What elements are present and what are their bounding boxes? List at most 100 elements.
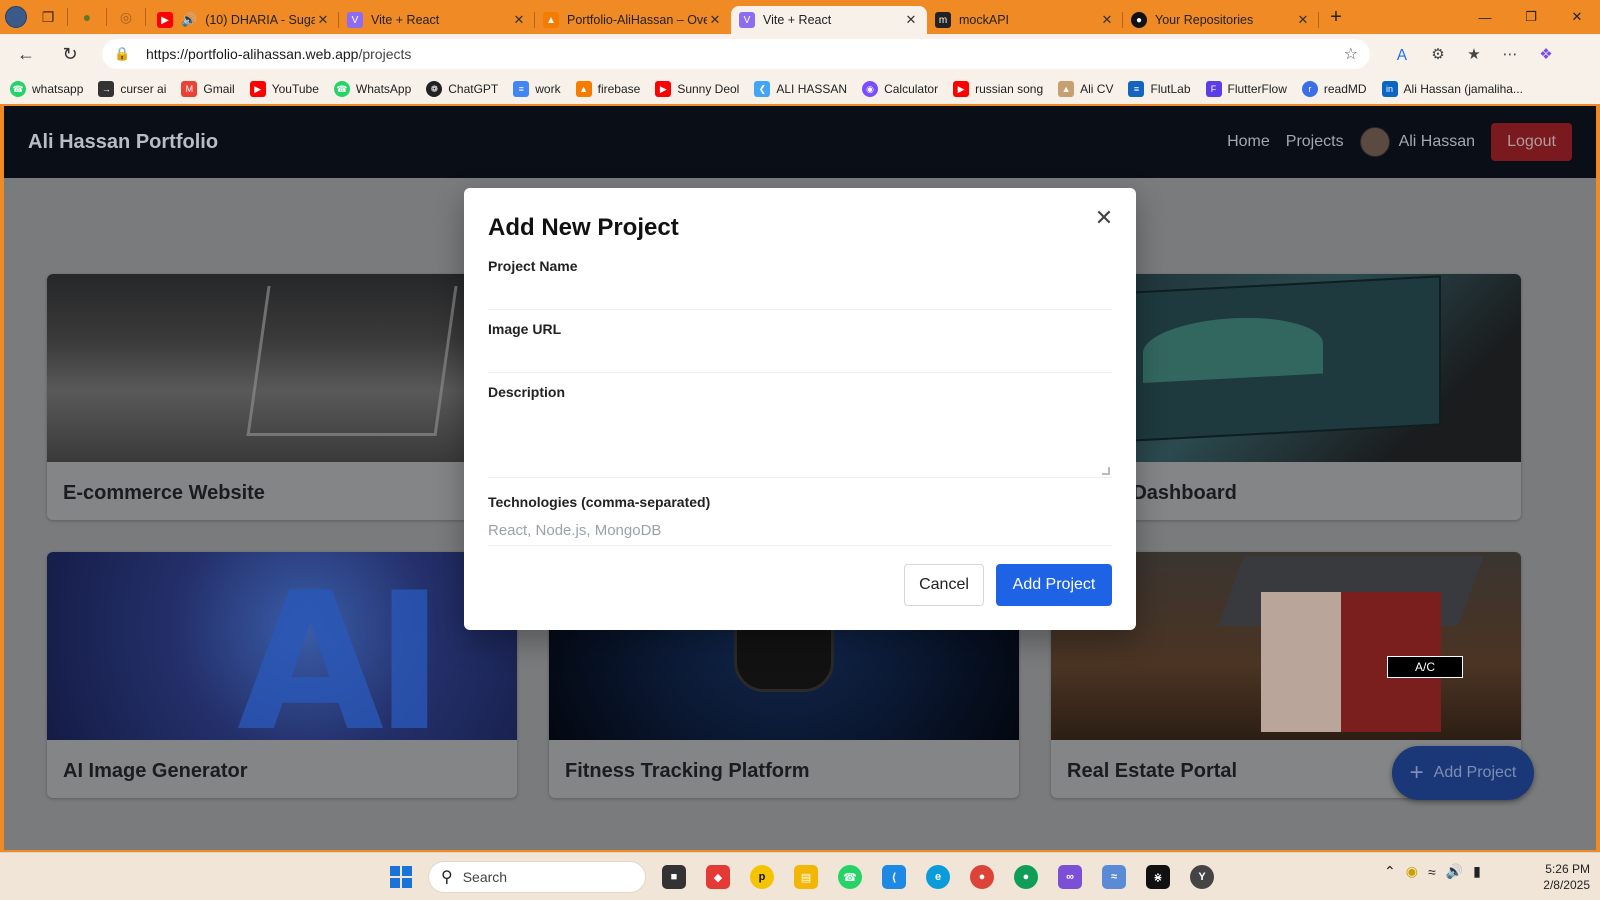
more-menu-icon[interactable]: ⋯: [1492, 36, 1528, 72]
system-clock[interactable]: 5:26 PM 2/8/2025: [1530, 861, 1590, 893]
taskbar-app-vscode[interactable]: ⟨: [874, 859, 914, 895]
restore-icon[interactable]: ❐: [1508, 0, 1554, 34]
nav-projects-link[interactable]: Projects: [1286, 133, 1344, 151]
bookmark-work[interactable]: ≡ work: [513, 81, 561, 97]
project-image: [47, 274, 517, 462]
close-tab-icon[interactable]: ✕: [903, 12, 919, 28]
bookmark-youtube[interactable]: ▶ YouTube: [249, 81, 319, 97]
favorites-icon[interactable]: ★: [1456, 36, 1492, 72]
copilot-icon[interactable]: ❖: [1528, 36, 1564, 72]
battery-icon[interactable]: ▮: [1473, 863, 1481, 880]
bookmark-whatsapp[interactable]: ☎ whatsapp: [10, 81, 83, 97]
technologies-label: Technologies (comma-separated): [488, 494, 711, 510]
logout-button[interactable]: Logout: [1491, 123, 1572, 161]
new-tab-button[interactable]: +: [1319, 6, 1353, 29]
tab-firebase[interactable]: ▲ Portfolio-AliHassan – Over ✕: [535, 6, 731, 34]
taskbar-search[interactable]: ⚲ Search: [428, 861, 646, 893]
chrome-icon: ●: [1014, 865, 1038, 889]
project-card-ai-image[interactable]: AI AI Image Generator: [47, 552, 517, 798]
translate-icon[interactable]: Ａ: [1384, 36, 1420, 72]
project-title: Real Estate Portal: [1067, 760, 1238, 782]
wifi-icon[interactable]: ≈: [1428, 864, 1436, 880]
close-tab-icon[interactable]: ✕: [1295, 12, 1311, 28]
bookmark-chatgpt[interactable]: ❁ ChatGPT: [426, 81, 498, 97]
start-button[interactable]: [390, 866, 412, 888]
project-card-ecommerce[interactable]: E-commerce Website: [47, 274, 517, 520]
taskbar-app-chrome-2[interactable]: ●: [1006, 859, 1046, 895]
vite-icon: V: [739, 12, 755, 28]
url-path: /projects: [358, 46, 412, 62]
taskbar-app-whatsapp[interactable]: ☎: [830, 859, 870, 895]
description-textarea[interactable]: [488, 408, 1112, 478]
site-navbar: Ali Hassan Portfolio Home Projects Ali H…: [4, 106, 1596, 178]
taskbar-app-monitor[interactable]: ≈: [1094, 859, 1134, 895]
bookmark-ali-hassan[interactable]: ❮ ALI HASSAN: [754, 81, 847, 97]
bookmark-readmd[interactable]: r readMD: [1301, 81, 1367, 97]
close-tab-icon[interactable]: ✕: [315, 12, 331, 28]
description-field: Description: [488, 384, 1112, 478]
technologies-field: Technologies (comma-separated) React, No…: [488, 494, 1112, 546]
taskbar-app-anydesk[interactable]: ◆: [698, 859, 738, 895]
taskbar-app-edge[interactable]: e: [918, 859, 958, 895]
volume-icon[interactable]: 🔊: [1446, 863, 1463, 880]
bookmark-ali-cv[interactable]: ▲ Ali CV: [1058, 81, 1113, 97]
bookmark-linkedin[interactable]: in Ali Hassan (jamaliha...: [1381, 81, 1523, 97]
image-url-input[interactable]: [488, 345, 1112, 373]
minimize-icon[interactable]: —: [1462, 0, 1508, 34]
close-tab-icon[interactable]: ✕: [707, 12, 723, 28]
project-name-input[interactable]: [488, 282, 1112, 310]
taskbar-app-taskview[interactable]: ■: [654, 859, 694, 895]
anydesk-icon: ◆: [706, 865, 730, 889]
audio-icon[interactable]: 🔊: [181, 12, 197, 28]
cancel-button[interactable]: Cancel: [904, 564, 984, 606]
bookmark-sunny-deol[interactable]: ▶ Sunny Deol: [655, 81, 739, 97]
favorite-star-icon[interactable]: ☆: [1344, 44, 1358, 64]
resize-grip-icon[interactable]: [1102, 467, 1110, 475]
bookmark-calculator[interactable]: ◉ Calculator: [862, 81, 938, 97]
bookmark-russian-song[interactable]: ▶ russian song: [953, 81, 1043, 97]
site-brand[interactable]: Ali Hassan Portfolio: [28, 131, 218, 154]
chevron-up-icon[interactable]: ⌃: [1384, 863, 1396, 880]
add-project-button[interactable]: Add Project: [996, 564, 1112, 606]
extensions-icon[interactable]: ⚙: [1420, 36, 1456, 72]
taskbar-app-yandex[interactable]: Y: [1182, 859, 1222, 895]
image-url-field: Image URL: [488, 321, 1112, 373]
bookmark-gmail[interactable]: M Gmail: [181, 81, 235, 97]
project-title: E-commerce Website: [63, 482, 265, 504]
add-project-fab[interactable]: + Add Project: [1392, 746, 1534, 800]
tab-vite-react-active[interactable]: V Vite + React ✕: [731, 6, 927, 34]
workspaces-icon[interactable]: ❐: [32, 0, 64, 34]
taskbar-app-pinned-1[interactable]: p: [742, 859, 782, 895]
refresh-button[interactable]: ↻: [52, 36, 88, 72]
profile-avatar[interactable]: [0, 0, 32, 34]
technologies-input[interactable]: React, Node.js, MongoDB: [488, 518, 1112, 546]
nav-user[interactable]: Ali Hassan: [1359, 127, 1475, 157]
taskbar-app-explorer[interactable]: ▤: [786, 859, 826, 895]
taskbar-app-visualstudio[interactable]: ∞: [1050, 859, 1090, 895]
bookmark-whatsapp-2[interactable]: ☎ WhatsApp: [333, 81, 411, 97]
tab-mockapi[interactable]: m mockAPI ✕: [927, 6, 1123, 34]
tab-youtube[interactable]: ▶ 🔊 (10) DHARIA - Sugar ✕: [149, 6, 339, 34]
flutlab-icon: ≡: [1128, 81, 1145, 97]
nav-home-link[interactable]: Home: [1227, 133, 1270, 151]
tab-github[interactable]: ● Your Repositories ✕: [1123, 6, 1319, 34]
taskbar-app-chrome[interactable]: ●: [962, 859, 1002, 895]
pinned-tab-icon[interactable]: ●: [71, 0, 103, 34]
bookmark-curser-ai[interactable]: → curser ai: [98, 81, 166, 97]
pinned-tab-icon-2[interactable]: ◎: [110, 0, 142, 34]
tray-app-icon[interactable]: ◉: [1406, 863, 1418, 880]
bookmark-flutlab[interactable]: ≡ FlutLab: [1128, 81, 1191, 97]
task-view-icon: ■: [662, 865, 686, 889]
close-tab-icon[interactable]: ✕: [511, 12, 527, 28]
taskbar-app-capcut[interactable]: ⋇: [1138, 859, 1178, 895]
close-icon[interactable]: ✕: [1090, 204, 1118, 232]
close-window-icon[interactable]: ✕: [1554, 0, 1600, 34]
back-button[interactable]: ←: [8, 36, 44, 72]
bookmark-firebase[interactable]: ▲ firebase: [575, 81, 640, 97]
site-info-icon[interactable]: 🔒: [114, 46, 134, 62]
tab-vite-react-1[interactable]: V Vite + React ✕: [339, 6, 535, 34]
bookmark-flutterflow[interactable]: F FlutterFlow: [1205, 81, 1287, 97]
close-tab-icon[interactable]: ✕: [1099, 12, 1115, 28]
url-field[interactable]: 🔒 https://portfolio-alihassan.web.app/pr…: [102, 39, 1370, 69]
calculator-icon: ◉: [862, 81, 879, 97]
